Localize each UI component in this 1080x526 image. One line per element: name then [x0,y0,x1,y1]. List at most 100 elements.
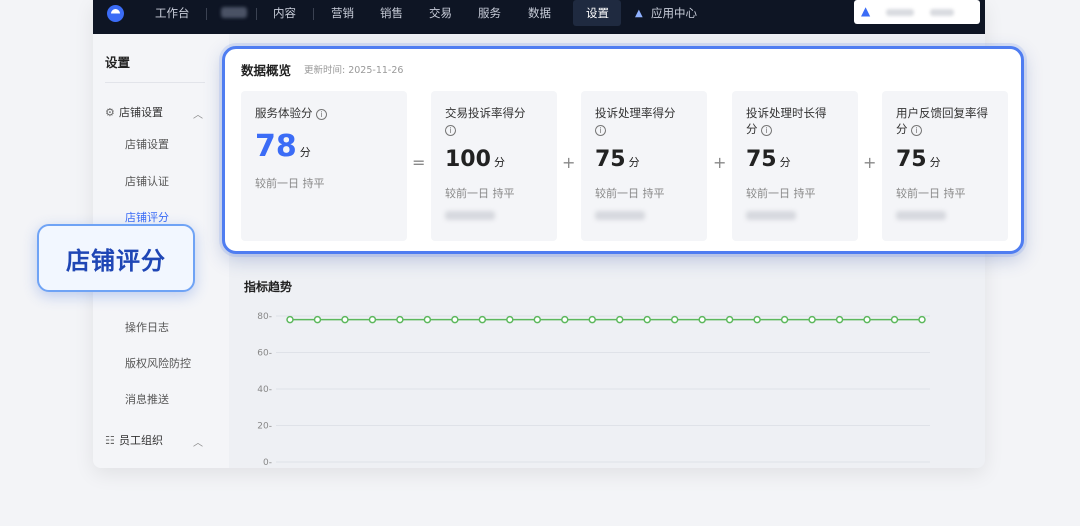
sub-score-card[interactable]: 用户反馈回复率得分 i 75 分较前一日 持平 [882,91,1008,241]
info-icon[interactable]: i [316,109,328,120]
data-point[interactable] [368,315,377,324]
nav-item[interactable]: 工作台 [155,6,190,26]
data-point[interactable] [478,315,487,324]
sub-score-card[interactable]: 投诉处理时长得分 i 75 分较前一日 持平 [732,91,858,241]
data-point[interactable] [423,315,432,324]
nav-item[interactable]: 数据 [528,6,551,26]
blurred-weight-text [595,211,645,220]
nav-separator [256,8,257,20]
trend-line-chart: 0- 20- 40- 60- 80- [257,312,930,468]
plus-operator: + [713,153,727,172]
blurred-weight-text [445,211,495,220]
sidebar-item-store-rating[interactable]: 店铺评分 [125,209,169,225]
nav-item[interactable]: 交易 [429,6,452,26]
sidebar-divider [105,82,205,83]
y-tick-label: 0- [263,458,272,468]
data-point[interactable] [286,315,294,324]
data-overview-panel: 数据概览 更新时间: 2025-11-26 服务体验分 i 78 分 较前一日 持… [222,46,1024,254]
info-icon[interactable]: i [445,125,456,136]
y-tick-label: 80- [257,312,272,322]
info-icon[interactable]: i [761,125,773,136]
sub-score-card[interactable]: 交易投诉率得分 i 100 分较前一日 持平 [431,91,557,241]
store-rating-callout: 店铺评分 [37,224,195,292]
card-label: 投诉处理时长得分 i [746,106,827,136]
card-compare: 较前一日 持平 [255,177,325,190]
data-point[interactable] [725,315,734,324]
card-value: 75 分 [595,147,640,172]
data-point[interactable] [753,315,761,324]
data-point[interactable] [561,315,569,324]
chevron-up-icon[interactable]: ︿ [193,434,203,449]
sidebar-item-message-push[interactable]: 消息推送 [125,391,169,407]
sidebar-item-store-settings[interactable]: 店铺设置 [125,136,169,152]
card-value: 78 分 [255,129,311,164]
top-navigation-bar: 工作台 内容 营销 销售 交易 服务 数据 设置 ▲ 应用中心 ▲ [93,0,985,34]
app-logo-icon[interactable] [107,5,124,22]
blurred-account-role [930,9,954,16]
card-value: 75 分 [896,147,941,172]
blurred-nav-item[interactable] [221,7,247,18]
overview-title: 数据概览 [241,63,292,78]
card-value: 100 分 [445,147,505,172]
card-compare: 较前一日 持平 [445,187,515,200]
data-point[interactable] [396,315,404,324]
app-center-icon[interactable]: ▲ [635,8,643,19]
data-point[interactable] [890,315,899,324]
data-point[interactable] [506,315,514,324]
data-point[interactable] [918,315,926,324]
card-label: 投诉处理率得分 i [595,106,676,136]
nav-separator [313,8,314,20]
blurred-account-name [886,9,914,16]
data-point[interactable] [643,315,651,324]
card-service-experience-score[interactable]: 服务体验分 i 78 分 较前一日 持平 [241,91,407,241]
info-icon[interactable]: i [911,125,923,136]
data-point[interactable] [835,315,844,324]
sidebar-item-store-verification[interactable]: 店铺认证 [125,173,169,189]
sidebar-title: 设置 [105,55,131,70]
sidebar-item-copyright-risk[interactable]: 版权风险防控 [125,355,191,371]
data-point[interactable] [808,315,816,324]
nav-item[interactable]: 内容 [273,6,296,26]
plus-operator: + [562,153,576,172]
data-point[interactable] [313,315,322,324]
info-icon[interactable]: i [595,125,606,136]
card-label: 服务体验分 i [255,105,328,121]
data-point[interactable] [615,315,624,324]
data-point[interactable] [670,315,679,324]
nav-separator [206,8,207,20]
nav-item[interactable]: 服务 [478,6,501,26]
card-compare: 较前一日 持平 [746,187,816,200]
y-tick-label: 60- [257,349,272,359]
overview-updated-time: 更新时间: 2025-11-26 [304,65,404,76]
data-point[interactable] [780,315,789,324]
sidebar-item-operation-log[interactable]: 操作日志 [125,319,169,335]
data-point[interactable] [863,315,871,324]
data-point[interactable] [533,315,542,324]
gear-icon: ⚙ [105,106,115,119]
data-point[interactable] [451,315,459,324]
sidebar-group-staff[interactable]: ☷ 员工组织 [105,432,163,448]
sidebar-group-store-settings[interactable]: ⚙ 店铺设置 [105,104,163,120]
nav-settings[interactable]: 设置 [586,6,609,26]
card-compare: 较前一日 持平 [896,187,966,200]
y-tick-label: 20- [257,422,272,432]
org-chart-icon: ☷ [105,434,115,447]
card-label: 用户反馈回复率得分 i [896,106,988,136]
nav-item[interactable]: 营销 [331,6,354,26]
nav-item[interactable]: 销售 [380,6,403,26]
data-point[interactable] [698,315,706,324]
nav-app-center[interactable]: 应用中心 [651,6,697,26]
trend-section-title: 指标趋势 [244,280,293,294]
data-point[interactable] [588,315,597,324]
card-value: 75 分 [746,147,791,172]
data-point[interactable] [341,315,349,324]
equals-operator: = [412,153,426,172]
y-tick-label: 40- [257,385,272,395]
plus-operator: + [863,153,877,172]
card-label: 交易投诉率得分 i [445,106,526,136]
account-logo-icon: ▲ [861,4,871,18]
card-compare: 较前一日 持平 [595,187,665,200]
sub-score-card[interactable]: 投诉处理率得分 i 75 分较前一日 持平 [581,91,707,241]
user-account-box[interactable]: ▲ [854,0,980,24]
chevron-up-icon[interactable]: ︿ [193,106,203,121]
